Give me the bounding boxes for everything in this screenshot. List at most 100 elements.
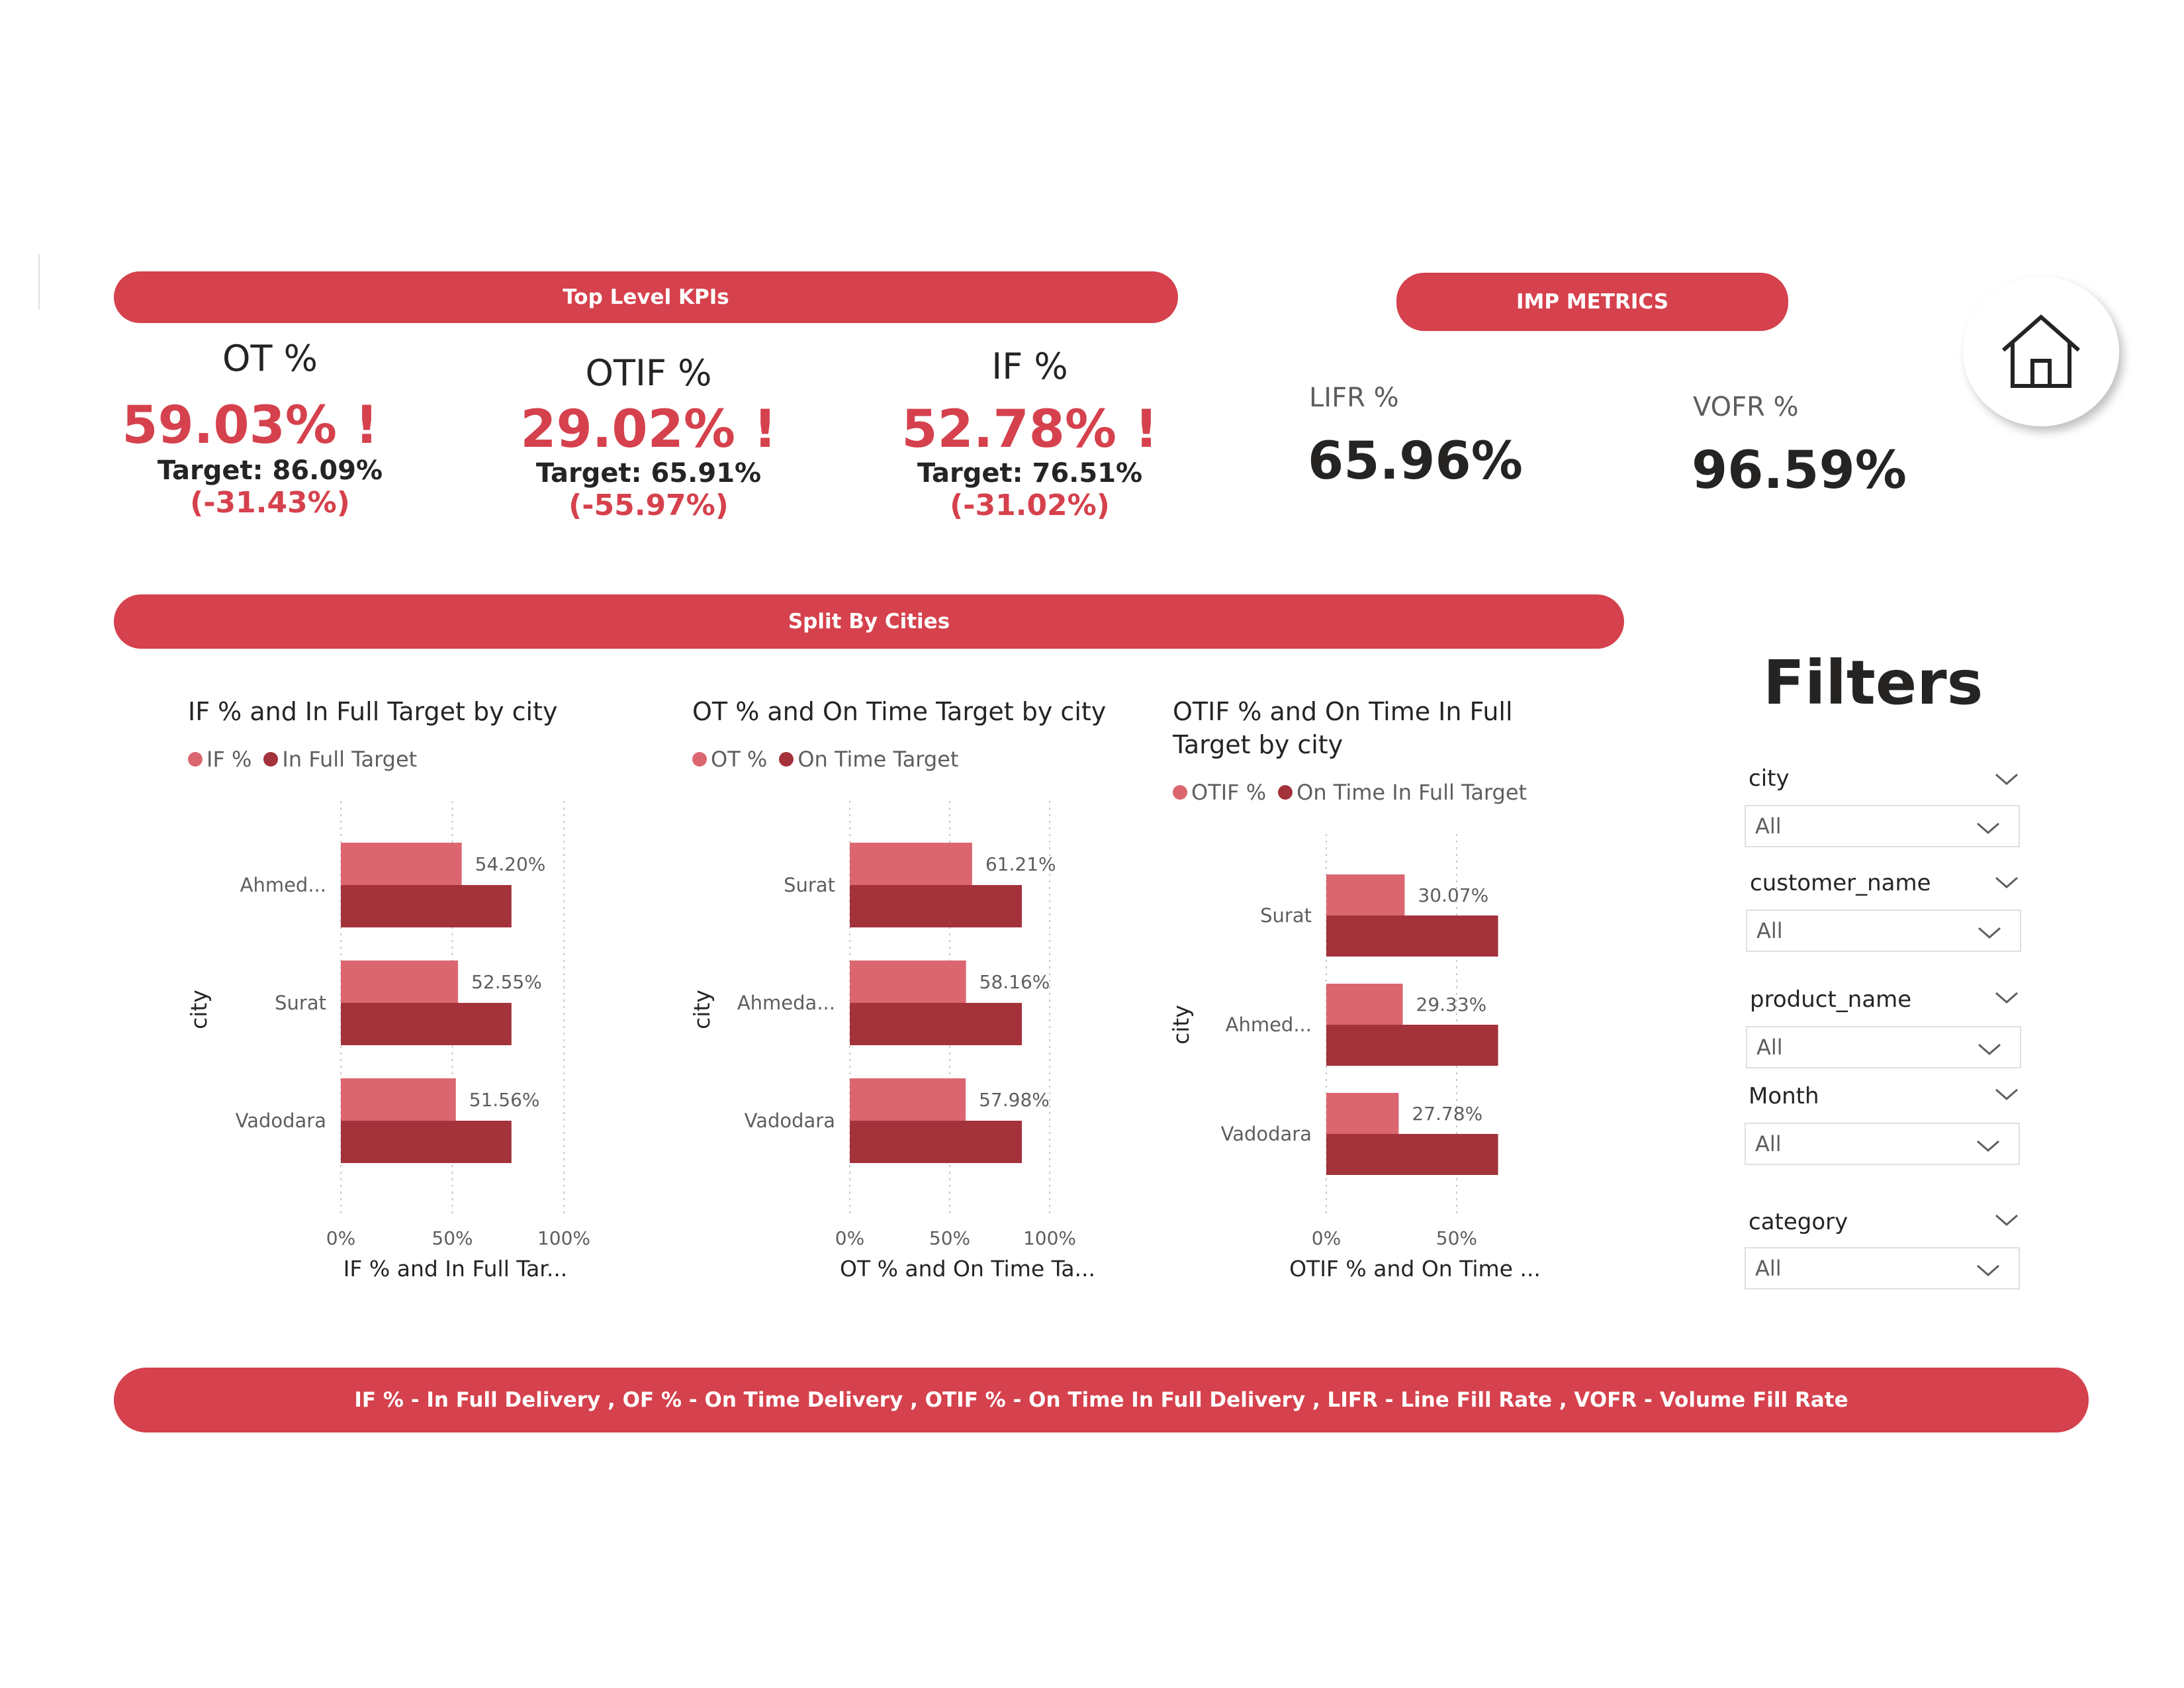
data-label: 27.78% xyxy=(1412,1103,1482,1125)
bar-actual xyxy=(1326,1093,1399,1134)
category-label: Ahmeda... xyxy=(737,992,835,1014)
x-axis-title: OTIF % and On Time ... xyxy=(1289,1256,1541,1282)
home-button[interactable] xyxy=(1963,277,2119,426)
chevron-down-icon[interactable] xyxy=(1993,872,2020,892)
chart-legend: IF % In Full Target xyxy=(188,747,417,772)
customer-name-dropdown[interactable]: All xyxy=(1746,910,2021,952)
chevron-down-icon xyxy=(1977,1264,1999,1276)
legend-dot-light xyxy=(1173,785,1187,800)
chart-title: OT % and On Time Target by city xyxy=(692,697,1107,726)
kpi-diff: (-31.43%) xyxy=(190,486,350,520)
bar-actual xyxy=(1326,984,1403,1025)
kpi-label: OTIF % xyxy=(585,352,712,394)
data-label: 58.16% xyxy=(979,971,1050,993)
y-axis-title: city xyxy=(186,990,212,1029)
x-tick-label: 50% xyxy=(432,1227,473,1249)
imp-metrics-header: IMP METRICS xyxy=(1396,273,1788,331)
bar-target xyxy=(850,1121,1022,1163)
bar-actual xyxy=(341,961,459,1003)
metric-value: 65.96% xyxy=(1308,432,1523,491)
kpi-diff: (-55.97%) xyxy=(569,489,729,522)
chart-plot: 0% 50% 30.07% Surat 29.33% Ahmed... 27.78% Vado… xyxy=(1168,834,1541,1282)
bar-target xyxy=(1326,1025,1498,1066)
bar-target xyxy=(341,885,512,927)
chevron-down-icon xyxy=(1977,822,1999,834)
slicer-value: All xyxy=(1755,1256,1782,1281)
data-label: 29.33% xyxy=(1416,994,1487,1015)
metric-label: LIFR % xyxy=(1309,383,1399,413)
slicer-label: category xyxy=(1749,1209,1848,1235)
category-label: Surat xyxy=(275,992,326,1014)
metric-label: VOFR % xyxy=(1693,392,1799,422)
data-label: 52.55% xyxy=(471,971,542,993)
chart-title: OTIF % and On Time In Full Target by cit… xyxy=(1173,695,1513,761)
chevron-down-icon[interactable] xyxy=(1993,1084,2020,1104)
category-label: Surat xyxy=(784,874,835,896)
x-tick-label: 0% xyxy=(835,1227,864,1249)
chart-plot: 0% 50% 100% 61.21% Surat 58.16% Ahmeda... 57.98… xyxy=(689,801,1095,1282)
x-axis-title: OT % and On Time Ta... xyxy=(840,1256,1095,1282)
kpi-label: IF % xyxy=(991,346,1068,387)
kpi-label: OT % xyxy=(222,338,318,379)
chevron-down-icon xyxy=(1978,927,2001,939)
legend-label: On Time In Full Target xyxy=(1297,780,1527,805)
category-label: Vadodara xyxy=(745,1109,835,1132)
x-tick-label: 100% xyxy=(537,1227,590,1249)
chevron-down-icon xyxy=(1978,1043,2001,1055)
filters-title: Filters xyxy=(1763,647,1983,718)
bar-target xyxy=(341,1003,512,1045)
legend-dot-light xyxy=(188,752,203,767)
chevron-down-icon[interactable] xyxy=(1993,1210,2020,1230)
category-label: Vadodara xyxy=(1221,1123,1312,1145)
product-name-dropdown[interactable]: All xyxy=(1746,1026,2021,1068)
category-label: Vadodara xyxy=(236,1109,326,1132)
bar-actual xyxy=(850,961,966,1003)
chart-plot: 0% 50% 100% 54.20% Ahmed... 52.55% Surat 51.56%… xyxy=(186,801,590,1282)
slicer-value: All xyxy=(1755,1131,1782,1156)
kpi-diff: (-31.02%) xyxy=(950,489,1110,522)
legend-label: On Time Target xyxy=(797,747,959,772)
bar-target xyxy=(850,885,1022,927)
kpi-target: Target: 76.51% xyxy=(917,458,1143,489)
chevron-down-icon xyxy=(1977,1140,1999,1152)
metric-value: 96.59% xyxy=(1692,441,1907,500)
chart-title: IF % and In Full Target by city xyxy=(188,697,558,726)
x-tick-label: 0% xyxy=(326,1227,355,1249)
kpi-target: Target: 86.09% xyxy=(157,455,383,486)
category-label: Ahmed... xyxy=(1226,1013,1312,1036)
chart-legend: OTIF % On Time In Full Target xyxy=(1173,780,1527,805)
category-dropdown[interactable]: All xyxy=(1745,1247,2020,1289)
bar-actual xyxy=(341,843,462,885)
legend-dot-dark xyxy=(1278,785,1293,800)
bar-target xyxy=(341,1121,512,1163)
bar-actual xyxy=(850,1078,966,1121)
legend-label: OTIF % xyxy=(1191,780,1267,805)
chevron-down-icon[interactable] xyxy=(1993,769,2020,789)
month-dropdown[interactable]: All xyxy=(1745,1123,2020,1165)
kpi-value: 29.02% ! xyxy=(520,400,777,459)
data-label: 61.21% xyxy=(985,853,1056,875)
chart-title-line: Target by city xyxy=(1173,730,1343,759)
bar-target xyxy=(850,1003,1022,1045)
chart-title-line: OTIF % and On Time In Full xyxy=(1173,697,1513,726)
bar-actual xyxy=(850,843,972,885)
slicer-value: All xyxy=(1755,814,1782,839)
slicer-label: product_name xyxy=(1750,986,1912,1013)
slicer-value: All xyxy=(1756,918,1783,943)
x-tick-label: 100% xyxy=(1023,1227,1076,1249)
chevron-down-icon[interactable] xyxy=(1993,988,2020,1008)
left-divider xyxy=(38,254,40,310)
y-axis-title: city xyxy=(1168,1005,1194,1045)
legend-label: IF % xyxy=(206,747,252,772)
city-dropdown[interactable]: All xyxy=(1745,805,2020,847)
data-label: 30.07% xyxy=(1418,884,1488,906)
slicer-label: city xyxy=(1749,765,1790,792)
bar-target xyxy=(1326,1134,1498,1175)
top-level-kpis-header: Top Level KPIs xyxy=(114,271,1178,323)
category-label: Ahmed... xyxy=(240,874,326,896)
legend-dot-light xyxy=(692,752,707,767)
y-axis-title: city xyxy=(689,990,715,1029)
legend-dot-dark xyxy=(779,752,794,767)
kpi-value: 52.78% ! xyxy=(901,400,1158,459)
legend-label: OT % xyxy=(711,747,768,772)
